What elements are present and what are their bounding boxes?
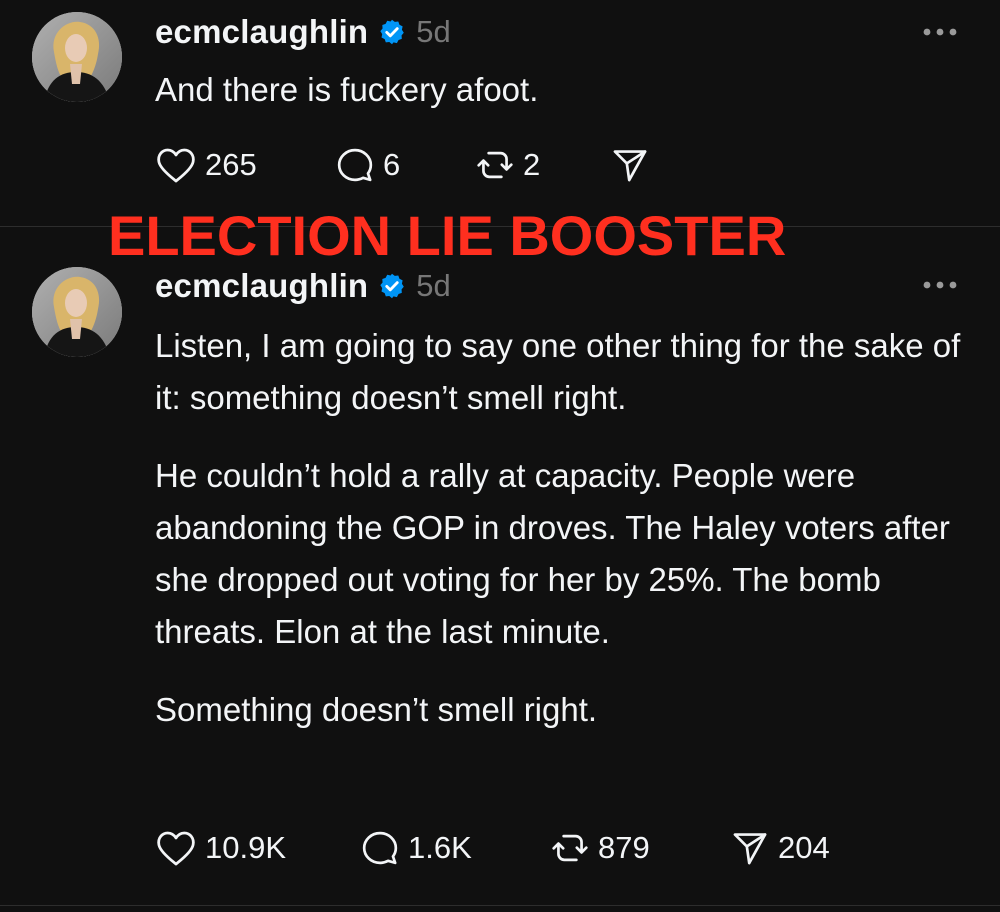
post-paragraph: Listen, I am going to say one other thin… [155,327,961,416]
repost-button[interactable]: 879 [550,829,730,867]
like-count: 265 [205,147,257,182]
post-header: ecmclaughlin 5d [155,12,451,52]
verified-badge-icon [378,272,406,300]
reply-button[interactable]: 1.6K [360,829,550,867]
post-actions: 10.9K 1.6K 879 204 [155,826,830,870]
like-count: 10.9K [205,830,287,865]
repost-button[interactable]: 2 [475,146,610,184]
post-text: Listen, I am going to say one other thin… [155,320,985,736]
reply-count: 6 [383,147,401,182]
like-button[interactable]: 265 [155,146,335,184]
heart-icon [157,148,195,183]
send-plane-icon [613,150,647,182]
more-options-button[interactable] [920,278,960,292]
share-count: 204 [778,830,830,865]
share-button[interactable] [610,146,650,184]
profile-photo [32,12,122,102]
post-time: 5d [416,268,451,303]
post-paragraph: He couldn’t hold a rally at capacity. Pe… [155,457,950,650]
share-button[interactable]: 204 [730,829,830,867]
avatar[interactable] [32,12,122,102]
post-paragraph: Something doesn’t smell right. [155,691,598,728]
profile-photo [32,267,122,357]
overlay-caption: ELECTION LIE BOOSTER [108,204,787,267]
post-divider [0,905,1000,906]
comment-bubble-icon [362,831,398,865]
post-header: ecmclaughlin 5d [155,266,451,306]
verified-badge-icon [378,18,406,46]
repost-count: 2 [523,147,541,182]
reply-button[interactable]: 6 [335,146,475,184]
repost-arrows-icon [477,151,513,179]
username[interactable]: ecmclaughlin [155,267,368,305]
more-horizontal-icon [923,28,957,36]
repost-count: 879 [598,830,650,865]
post-text: And there is fuckery afoot. [155,64,985,116]
more-options-button[interactable] [920,25,960,39]
avatar[interactable] [32,267,122,357]
post-paragraph: And there is fuckery afoot. [155,71,539,108]
send-plane-icon [733,833,767,865]
more-horizontal-icon [923,281,957,289]
reply-count: 1.6K [408,830,472,865]
comment-bubble-icon [337,148,373,182]
heart-icon [157,831,195,866]
post-actions: 265 6 2 [155,143,650,187]
username[interactable]: ecmclaughlin [155,13,368,51]
post-1: ecmclaughlin 5d And there is fuckery afo… [0,0,1000,226]
post-time: 5d [416,14,451,49]
like-button[interactable]: 10.9K [155,829,360,867]
post-2: ecmclaughlin 5d Listen, I am going to sa… [0,226,1000,912]
repost-arrows-icon [552,834,588,862]
